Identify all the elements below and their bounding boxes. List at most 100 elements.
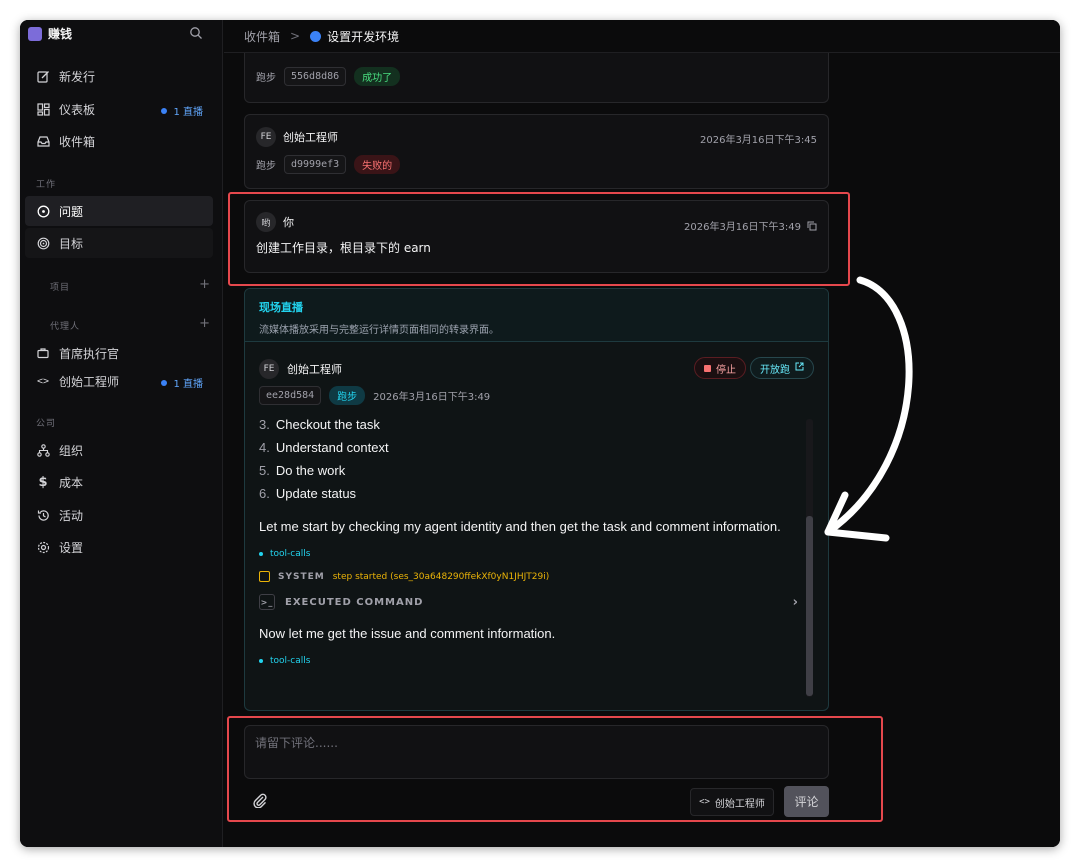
transcript-paragraph: Now let me get the issue and comment inf… — [259, 626, 556, 641]
sidebar-item-label: 收件箱 — [59, 134, 96, 149]
timestamp: 2026年3月16日下午3:45 — [700, 135, 817, 146]
main-panel: 收件箱 > 设置开发环境 跑步 556d8d86 成功了 FE 创始工程师 20… — [224, 20, 1060, 847]
submit-comment-button[interactable]: 评论 — [784, 786, 829, 817]
paperclip-icon[interactable] — [252, 792, 270, 810]
sidebar-item-label: 活动 — [59, 508, 84, 523]
chevron-right-icon: › — [792, 594, 799, 610]
avatar: FE — [259, 359, 279, 379]
target-icon — [36, 236, 50, 250]
open-run-button[interactable]: 开放跑 — [750, 357, 814, 379]
live-title: 现场直播 — [259, 301, 303, 314]
avatar: 哟 — [256, 212, 276, 232]
live-panel: 现场直播 流媒体播放采用与完整运行详情页面相同的转录界面。 FE 创始工程师 停… — [244, 288, 829, 711]
code-icon: <> — [36, 375, 50, 387]
run-label: 跑步 — [256, 73, 276, 84]
sidebar-item-inbox[interactable]: 收件箱 — [25, 126, 213, 156]
circle-dot-icon — [36, 204, 50, 218]
sidebar-item-cost[interactable]: $ 成本 — [25, 467, 213, 497]
sidebar-item-label: 仪表板 — [59, 102, 96, 117]
sidebar-item-settings[interactable]: 设置 — [25, 532, 213, 562]
sidebar-item-ceo[interactable]: 首席执行官 — [25, 338, 213, 368]
live-run-meta: ee28d584 跑步 2026年3月16日下午3:49 — [259, 386, 490, 405]
sidebar-item-label: 成本 — [59, 475, 84, 490]
inbox-icon — [36, 134, 50, 148]
status-badge: 失败的 — [354, 155, 401, 174]
run-hash[interactable]: 556d8d86 — [284, 67, 347, 86]
live-badge: 1 直播 — [161, 103, 203, 118]
section-work: 工作 — [36, 180, 57, 190]
sidebar-item-founding-engineer[interactable]: <> 创始工程师 1 直播 — [25, 366, 213, 396]
brand-name: 赚钱 — [48, 27, 73, 41]
section-company: 公司 — [36, 419, 57, 429]
add-project-icon[interactable]: + — [199, 277, 210, 292]
timestamp: 2026年3月16日下午3:49 — [373, 392, 491, 403]
external-link-icon — [795, 362, 804, 374]
agent-selector[interactable]: <> 创始工程师 — [690, 788, 774, 816]
stop-button[interactable]: 停止 — [694, 357, 746, 379]
history-icon — [36, 508, 50, 522]
run-card: FE 创始工程师 2026年3月16日下午3:45 跑步 d9999ef3 失败… — [244, 114, 829, 189]
live-run-author: FE 创始工程师 — [259, 359, 342, 379]
list-item: 6. Update status — [259, 486, 357, 501]
gear-icon — [36, 540, 50, 554]
list-item: 4. Understand context — [259, 440, 389, 455]
brand[interactable]: 赚钱 — [28, 25, 72, 42]
sidebar-item-dashboard[interactable]: 仪表板 1 直播 — [25, 94, 213, 124]
sidebar-item-label: 设置 — [59, 540, 84, 555]
add-agent-icon[interactable]: + — [199, 316, 210, 331]
breadcrumb-inbox[interactable]: 收件箱 — [244, 28, 280, 45]
avatar: FE — [256, 127, 276, 147]
breadcrumb: 收件箱 > 设置开发环境 — [224, 20, 1060, 53]
terminal-icon — [259, 571, 270, 582]
terminal-icon: >_ — [259, 594, 275, 610]
sidebar-item-org[interactable]: 组织 — [25, 435, 213, 465]
transcript-scrollbar[interactable] — [806, 419, 813, 697]
stop-icon — [704, 364, 711, 372]
comment-body: 创建工作目录，根目录下的 earn — [256, 241, 431, 255]
run-hash[interactable]: ee28d584 — [259, 386, 322, 405]
system-event: SYSTEM step started (ses_30a648290ffekXf… — [259, 571, 799, 582]
list-item: 3. Checkout the task — [259, 417, 380, 432]
sidebar-item-label: 目标 — [59, 236, 84, 251]
run-card: 跑步 556d8d86 成功了 — [244, 53, 829, 103]
comment-card: 哟 你 2026年3月16日下午3:49 创建工作目录，根目录下的 earn — [244, 200, 829, 273]
code-icon: <> — [699, 797, 710, 807]
dashboard-icon — [36, 102, 50, 116]
executed-command-row[interactable]: >_ EXECUTED COMMAND › — [259, 594, 799, 610]
sidebar-item-issues[interactable]: 问题 — [25, 196, 213, 226]
timestamp: 2026年3月16日下午3:49 — [684, 222, 801, 233]
live-description: 流媒体播放采用与完整运行详情页面相同的转录界面。 — [259, 325, 499, 336]
breadcrumb-current: 设置开发环境 — [310, 28, 399, 45]
sidebar-item-label: 首席执行官 — [59, 346, 120, 361]
author-name: 你 — [283, 216, 294, 229]
list-item: 5. Do the work — [259, 463, 346, 478]
transcript: 3. Checkout the task 4. Understand context… — [259, 417, 799, 666]
tool-calls-toggle[interactable]: tool-calls — [259, 656, 799, 666]
section-projects: 项目 — [50, 283, 71, 293]
search-icon[interactable] — [189, 25, 205, 41]
author-name[interactable]: 创始工程师 — [287, 361, 342, 377]
breadcrumb-separator: > — [290, 29, 301, 43]
live-badge: 1 直播 — [161, 375, 203, 390]
scrollbar-thumb[interactable] — [806, 516, 813, 696]
brand-logo — [28, 26, 42, 41]
status-badge: 成功了 — [354, 67, 401, 86]
author-name[interactable]: 创始工程师 — [283, 129, 338, 145]
annotation-arrow — [824, 276, 913, 542]
comment-placeholder: 请留下评论...... — [255, 736, 338, 750]
sidebar-item-activity[interactable]: 活动 — [25, 500, 213, 530]
comment-input[interactable]: 请留下评论...... — [244, 725, 829, 779]
run-hash[interactable]: d9999ef3 — [284, 155, 347, 174]
sidebar-item-label: 创始工程师 — [59, 374, 120, 389]
org-icon — [36, 443, 50, 457]
copy-icon[interactable] — [807, 216, 817, 235]
run-label: 跑步 — [256, 161, 276, 172]
sidebar-item-new-issue[interactable]: 新发行 — [25, 61, 213, 91]
sidebar-item-goals[interactable]: 目标 — [25, 228, 213, 258]
transcript-paragraph: Let me start by checking my agent identi… — [259, 519, 781, 534]
dollar-icon: $ — [38, 474, 48, 490]
tool-calls-toggle[interactable]: tool-calls — [259, 549, 799, 559]
sidebar-item-label: 组织 — [59, 443, 84, 458]
status-dot-icon — [310, 30, 322, 42]
sidebar: 赚钱 新发行 仪表板 1 直播 收件箱 工作 问题 目标 项目 + 代理人 + … — [20, 20, 223, 847]
